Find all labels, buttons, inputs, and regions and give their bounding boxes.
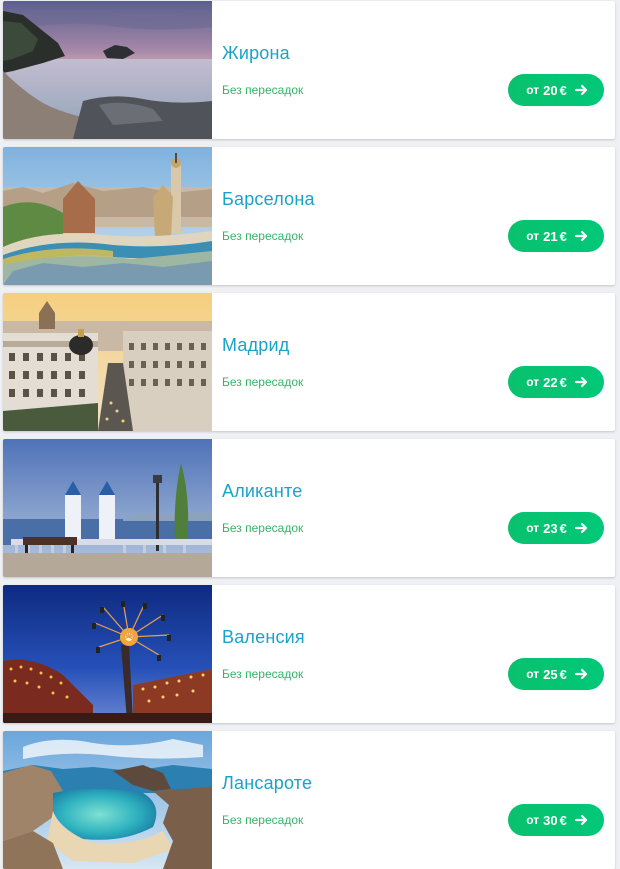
- destination-card-valencia[interactable]: Валенсия Без пересадок от 25 €: [3, 585, 615, 723]
- price-prefix: от: [526, 813, 540, 827]
- destination-card-madrid[interactable]: Мадрид Без пересадок от 22 €: [3, 293, 615, 431]
- price-button[interactable]: от 21 €: [508, 220, 604, 252]
- price-amount: 20: [543, 82, 558, 98]
- arrow-right-icon: [574, 522, 587, 534]
- city-name[interactable]: Барселона: [222, 189, 315, 210]
- price-currency: €: [559, 82, 567, 98]
- arrow-right-icon: [574, 84, 587, 96]
- arrow-right-icon: [574, 376, 587, 388]
- price-currency: €: [559, 228, 567, 244]
- arrow-right-icon: [574, 668, 587, 680]
- direct-flight-label: Без пересадок: [222, 375, 304, 389]
- price-amount: 25: [543, 666, 558, 682]
- valencia-photo[interactable]: [3, 585, 212, 723]
- price-prefix: от: [526, 667, 540, 681]
- price-prefix: от: [526, 375, 540, 389]
- direct-flight-label: Без пересадок: [222, 83, 304, 97]
- price-prefix: от: [526, 83, 540, 97]
- lanzarote-photo[interactable]: [3, 731, 212, 869]
- price-amount: 30: [543, 812, 558, 828]
- destination-card-lanzarote[interactable]: Лансароте Без пересадок от 30 €: [3, 731, 615, 869]
- price-button[interactable]: от 25 €: [508, 658, 604, 690]
- price-amount: 22: [543, 374, 558, 390]
- arrow-right-icon: [574, 230, 587, 242]
- destination-card-girona[interactable]: Жирона Без пересадок от 20 €: [3, 1, 615, 139]
- city-name[interactable]: Валенсия: [222, 627, 305, 648]
- price-amount: 23: [543, 520, 558, 536]
- destination-card-barcelona[interactable]: Барселона Без пересадок от 21 €: [3, 147, 615, 285]
- price-button[interactable]: от 30 €: [508, 804, 604, 836]
- arrow-right-icon: [574, 814, 587, 826]
- price-currency: €: [559, 520, 567, 536]
- price-amount: 21: [543, 228, 558, 244]
- price-currency: €: [559, 374, 567, 390]
- price-prefix: от: [526, 229, 540, 243]
- direct-flight-label: Без пересадок: [222, 667, 304, 681]
- price-currency: €: [559, 666, 567, 682]
- price-button[interactable]: от 20 €: [508, 74, 604, 106]
- destination-card-alicante[interactable]: Аликанте Без пересадок от 23 €: [3, 439, 615, 577]
- city-name[interactable]: Мадрид: [222, 335, 289, 356]
- city-name[interactable]: Аликанте: [222, 481, 302, 502]
- madrid-photo[interactable]: [3, 293, 212, 431]
- direct-flight-label: Без пересадок: [222, 521, 304, 535]
- price-prefix: от: [526, 521, 540, 535]
- direct-flight-label: Без пересадок: [222, 813, 304, 827]
- price-currency: €: [559, 812, 567, 828]
- girona-photo[interactable]: [3, 1, 212, 139]
- alicante-photo[interactable]: [3, 439, 212, 577]
- barcelona-photo[interactable]: [3, 147, 212, 285]
- direct-flight-label: Без пересадок: [222, 229, 304, 243]
- price-button[interactable]: от 23 €: [508, 512, 604, 544]
- price-button[interactable]: от 22 €: [508, 366, 604, 398]
- city-name[interactable]: Лансароте: [222, 773, 312, 794]
- city-name[interactable]: Жирона: [222, 43, 290, 64]
